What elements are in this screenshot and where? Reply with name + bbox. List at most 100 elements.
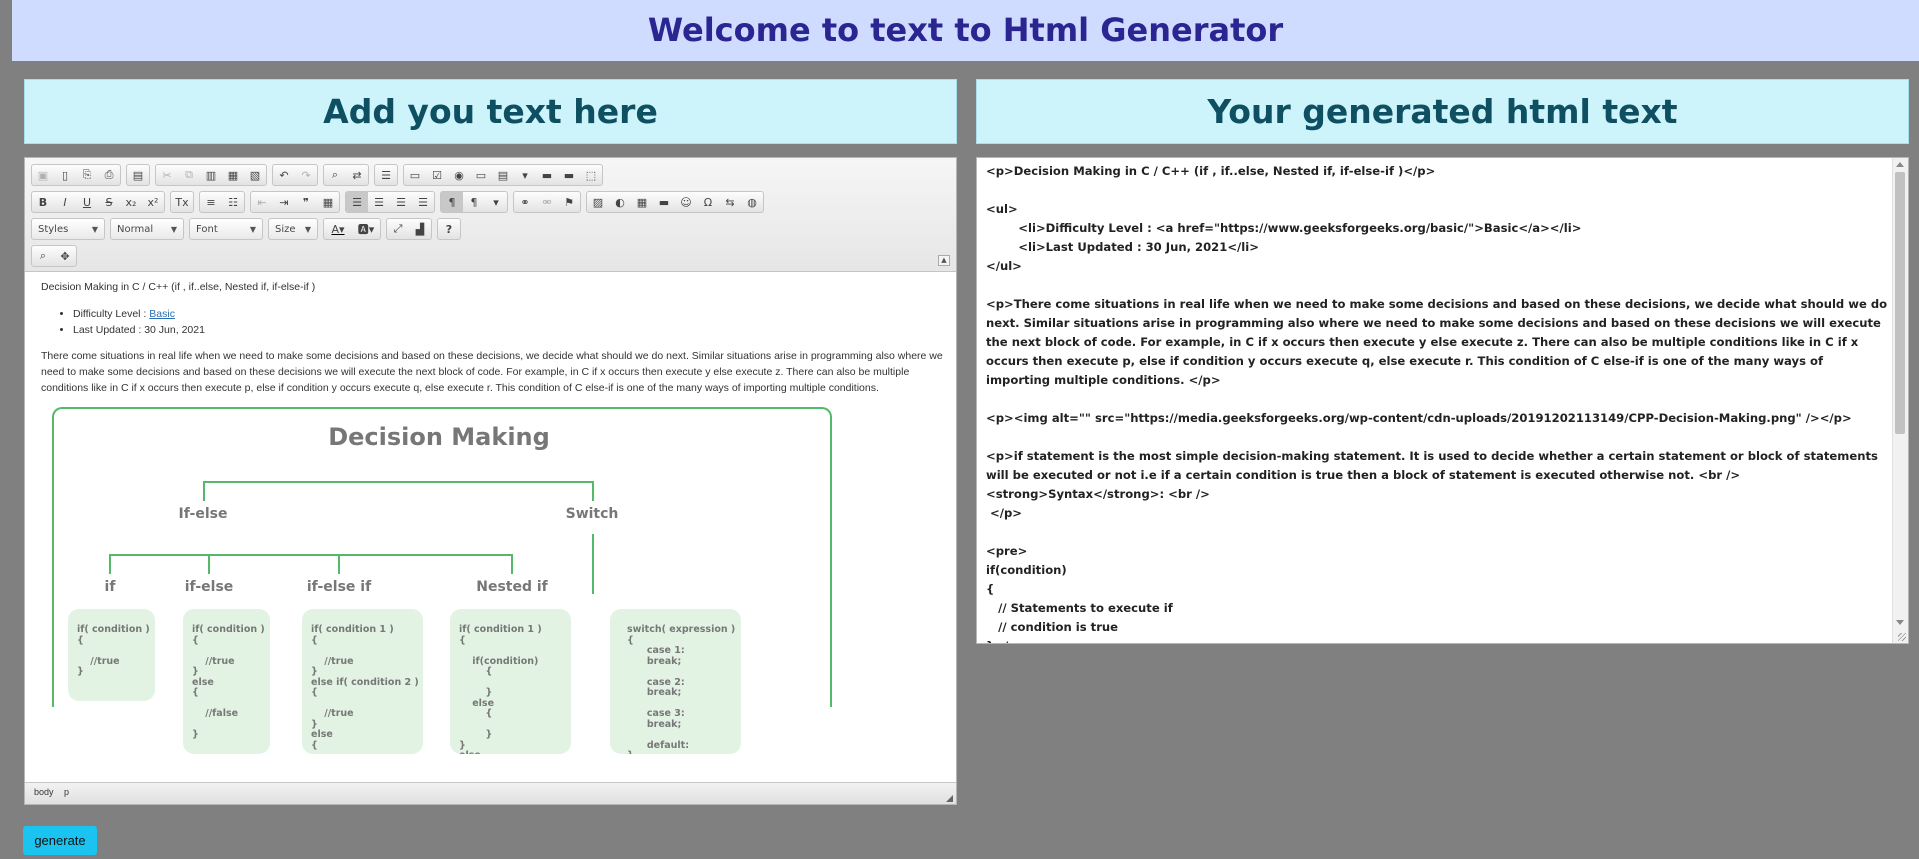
select-field-icon[interactable]: ▾ — [514, 165, 536, 185]
preview-icon[interactable]: ⎘ — [76, 165, 98, 185]
iframe-icon[interactable]: ◍ — [741, 192, 763, 212]
hidden-field-icon[interactable]: ⬚ — [580, 165, 602, 185]
size-dropdown[interactable]: Size ▼ — [268, 218, 318, 240]
ltr-icon[interactable]: ¶ — [441, 192, 463, 212]
collapse-toolbar-icon[interactable]: ▲ — [938, 255, 950, 266]
cut-icon[interactable]: ✂ — [156, 165, 178, 185]
generated-html-output[interactable]: <p>Decision Making in C / C++ (if , if..… — [976, 157, 1909, 644]
toolbar-group-forms: ▭ ☑ ◉ ▭ ▤ ▾ ▬ ▬ ⬚ — [403, 164, 603, 186]
toolbar-group-undo: ↶ ↷ — [272, 164, 318, 186]
smiley-icon[interactable]: ☺ — [675, 192, 697, 212]
table-icon[interactable]: ▦ — [631, 192, 653, 212]
output-panel-heading: Your generated html text — [976, 79, 1909, 144]
blockquote-icon[interactable]: ❞ — [295, 192, 317, 212]
editor-statusbar: body p — [25, 782, 956, 804]
if-else-code-box: if( condition ) { //true } else { //fals… — [183, 609, 270, 754]
select-all-icon[interactable]: ☰ — [375, 165, 397, 185]
scroll-down-icon[interactable] — [1896, 620, 1904, 625]
subscript-icon[interactable]: x₂ — [120, 192, 142, 212]
rtl-icon[interactable]: ¶ — [463, 192, 485, 212]
superscript-icon[interactable]: x² — [142, 192, 164, 212]
styles-dropdown[interactable]: Styles ▼ — [31, 218, 105, 240]
print-icon[interactable]: ⎙ — [98, 165, 120, 185]
text-color-icon[interactable]: A▾ — [324, 219, 352, 239]
size-dropdown-label: Size — [275, 223, 296, 235]
if-else-if-node-label: if-else if — [306, 579, 372, 595]
scroll-up-icon[interactable] — [1896, 162, 1904, 167]
bold-icon[interactable]: B — [32, 192, 54, 212]
editor-content-area[interactable]: Decision Making in C / C++ (if , if..els… — [41, 279, 946, 777]
content-paragraph: There come situations in real life when … — [41, 350, 943, 394]
textarea-resize-grip-icon[interactable] — [1898, 633, 1906, 641]
align-center-icon[interactable]: ☰ — [368, 192, 390, 212]
generate-button[interactable]: generate — [23, 826, 97, 855]
align-right-icon[interactable]: ☰ — [390, 192, 412, 212]
styles-dropdown-label: Styles — [38, 223, 69, 235]
preview-document-icon[interactable]: ⌕ — [32, 246, 54, 266]
link-icon[interactable]: ⚭ — [514, 192, 536, 212]
switch-code-box: switch( expression ) { case 1: break; ca… — [610, 609, 741, 754]
underline-icon[interactable]: U — [76, 192, 98, 212]
align-left-icon[interactable]: ☰ — [346, 192, 368, 212]
if-else-node-label: if-else — [184, 579, 234, 595]
div-container-icon[interactable]: ▦ — [317, 192, 339, 212]
help-icon[interactable]: ? — [438, 219, 460, 239]
page-break-icon[interactable]: ⇆ — [719, 192, 741, 212]
paste-text-icon[interactable]: ▦ — [222, 165, 244, 185]
radio-icon[interactable]: ◉ — [448, 165, 470, 185]
find-icon[interactable]: ⌕ — [324, 165, 346, 185]
show-blocks-icon[interactable]: ▟ — [409, 219, 431, 239]
textarea-icon[interactable]: ▤ — [492, 165, 514, 185]
flash-icon[interactable]: ◐ — [609, 192, 631, 212]
numbered-list-icon[interactable]: ≡ — [200, 192, 222, 212]
image-icon[interactable]: ▨ — [587, 192, 609, 212]
vertical-scrollbar[interactable] — [1892, 158, 1908, 643]
rich-text-editor[interactable]: ▣ ▯ ⎘ ⎙ ▤ ✂ ⧉ ▥ ▦ ▧ ↶ ↷ ⌕ ⇄ ☰ ▭ ☑ ◉ ▭ ▤ … — [24, 157, 957, 805]
italic-icon[interactable]: I — [54, 192, 76, 212]
paste-word-icon[interactable]: ▧ — [244, 165, 266, 185]
font-dropdown[interactable]: Font ▼ — [189, 218, 263, 240]
templates-icon[interactable]: ▤ — [127, 165, 149, 185]
if-else-if-code-box: if( condition 1 ) { //true } else if( co… — [302, 609, 423, 754]
unlink-icon[interactable]: ⚮ — [536, 192, 558, 212]
image-button-icon[interactable]: ▬ — [558, 165, 580, 185]
strike-icon[interactable]: S — [98, 192, 120, 212]
outdent-icon[interactable]: ⇤ — [251, 192, 273, 212]
horizontal-line-icon[interactable]: ▬ — [653, 192, 675, 212]
undo-icon[interactable]: ↶ — [273, 165, 295, 185]
replace-icon[interactable]: ⇄ — [346, 165, 368, 185]
button-field-icon[interactable]: ▬ — [536, 165, 558, 185]
bulleted-list-icon[interactable]: ☷ — [222, 192, 244, 212]
toolbar-group-bidi: ¶ ¶ ▾ — [440, 191, 508, 213]
difficulty-link[interactable]: Basic — [149, 308, 175, 320]
form-icon[interactable]: ▭ — [404, 165, 426, 185]
list-item: Difficulty Level : Basic — [73, 306, 946, 322]
font-dropdown-label: Font — [196, 223, 218, 235]
special-char-icon[interactable]: Ω — [697, 192, 719, 212]
resize-grip-icon[interactable] — [946, 795, 953, 802]
diagram-connector — [203, 481, 205, 501]
path-p[interactable]: p — [64, 787, 69, 797]
copy-icon[interactable]: ⧉ — [178, 165, 200, 185]
anchor-flag-icon[interactable]: ⚑ — [558, 192, 580, 212]
text-field-icon[interactable]: ▭ — [470, 165, 492, 185]
fullscreen-icon[interactable]: ✥ — [54, 246, 76, 266]
indent-icon[interactable]: ⇥ — [273, 192, 295, 212]
redo-icon[interactable]: ↷ — [295, 165, 317, 185]
toolbar-group-document: ▣ ▯ ⎘ ⎙ — [31, 164, 121, 186]
language-icon[interactable]: ▾ — [485, 192, 507, 212]
paste-icon[interactable]: ▥ — [200, 165, 222, 185]
path-body[interactable]: body — [34, 787, 54, 797]
maximize-icon[interactable]: ⤢ — [387, 219, 409, 239]
remove-format-icon[interactable]: Tx — [171, 192, 193, 212]
save-icon[interactable]: ▣ — [32, 165, 54, 185]
checkbox-icon[interactable]: ☑ — [426, 165, 448, 185]
justify-icon[interactable]: ☰ — [412, 192, 434, 212]
toolbar-group-clipboard: ✂ ⧉ ▥ ▦ ▧ — [155, 164, 267, 186]
scrollbar-thumb[interactable] — [1895, 172, 1905, 434]
chevron-down-icon: ▼ — [304, 224, 311, 234]
new-page-icon[interactable]: ▯ — [54, 165, 76, 185]
background-color-icon[interactable]: 🅰▾ — [352, 219, 380, 239]
format-dropdown[interactable]: Normal ▼ — [110, 218, 184, 240]
toolbar-group-links: ⚭ ⚮ ⚑ — [513, 191, 581, 213]
